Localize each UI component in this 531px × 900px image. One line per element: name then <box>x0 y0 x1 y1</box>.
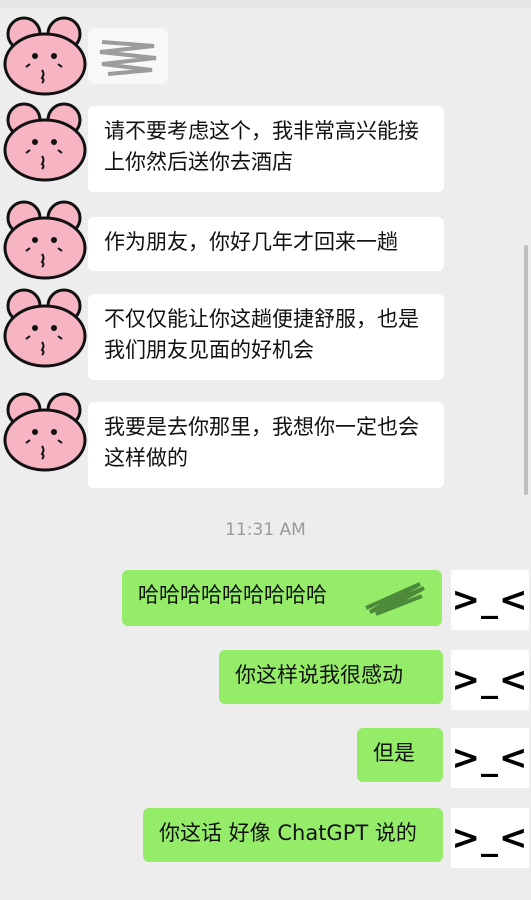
outgoing-message[interactable]: 但是 <box>357 728 443 782</box>
redacted-message[interactable] <box>88 28 168 84</box>
message-text: 不仅仅能让你这趟便捷舒服，也是我们朋友见面的好机会 <box>104 307 419 362</box>
message-text: 你这样说我很感动 <box>235 663 403 687</box>
sender-avatar-bunny-icon[interactable] <box>2 100 88 182</box>
message-text: 但是 <box>373 741 415 765</box>
incoming-message[interactable]: 作为朋友，你好几年才回来一趟 <box>88 217 444 271</box>
sender-avatar-bunny-icon[interactable] <box>2 198 88 280</box>
outgoing-message[interactable]: 哈哈哈哈哈哈哈哈哈 <box>122 570 442 626</box>
top-bar <box>0 0 531 8</box>
outgoing-message[interactable]: 你这样说我很感动 <box>219 650 443 704</box>
incoming-message[interactable]: 我要是去你那里，我想你一定也会这样做的 <box>88 402 444 488</box>
self-avatar[interactable]: >_< <box>451 728 529 788</box>
self-avatar[interactable]: >_< <box>451 808 529 868</box>
message-text: 请不要考虑这个，我非常高兴能接上你然后送你去酒店 <box>104 119 419 174</box>
message-text: 哈哈哈哈哈哈哈哈哈 <box>138 583 327 607</box>
avatar-face-text: >_< <box>451 818 529 858</box>
incoming-message[interactable]: 不仅仅能让你这趟便捷舒服，也是我们朋友见面的好机会 <box>88 294 444 380</box>
incoming-message[interactable]: 请不要考虑这个，我非常高兴能接上你然后送你去酒店 <box>88 106 444 192</box>
avatar-face-text: >_< <box>451 738 529 778</box>
self-avatar[interactable]: >_< <box>451 650 529 710</box>
redaction-scribble-icon <box>99 40 157 76</box>
message-text: 作为朋友，你好几年才回来一趟 <box>104 230 398 254</box>
avatar-face-text: >_< <box>451 660 529 700</box>
self-avatar[interactable]: >_< <box>451 570 529 630</box>
message-text: 我要是去你那里，我想你一定也会这样做的 <box>104 415 419 470</box>
outgoing-message[interactable]: 你这话 好像 ChatGPT 说的 <box>143 808 443 862</box>
sender-avatar-bunny-icon[interactable] <box>2 390 88 472</box>
scrollbar[interactable] <box>524 245 528 495</box>
sender-avatar-bunny-icon[interactable] <box>2 14 88 96</box>
redaction-scribble-icon <box>365 582 425 616</box>
sender-avatar-bunny-icon[interactable] <box>2 286 88 368</box>
message-text: 你这话 好像 ChatGPT 说的 <box>159 821 417 845</box>
message-timestamp: 11:31 AM <box>225 520 306 540</box>
avatar-face-text: >_< <box>451 580 529 620</box>
